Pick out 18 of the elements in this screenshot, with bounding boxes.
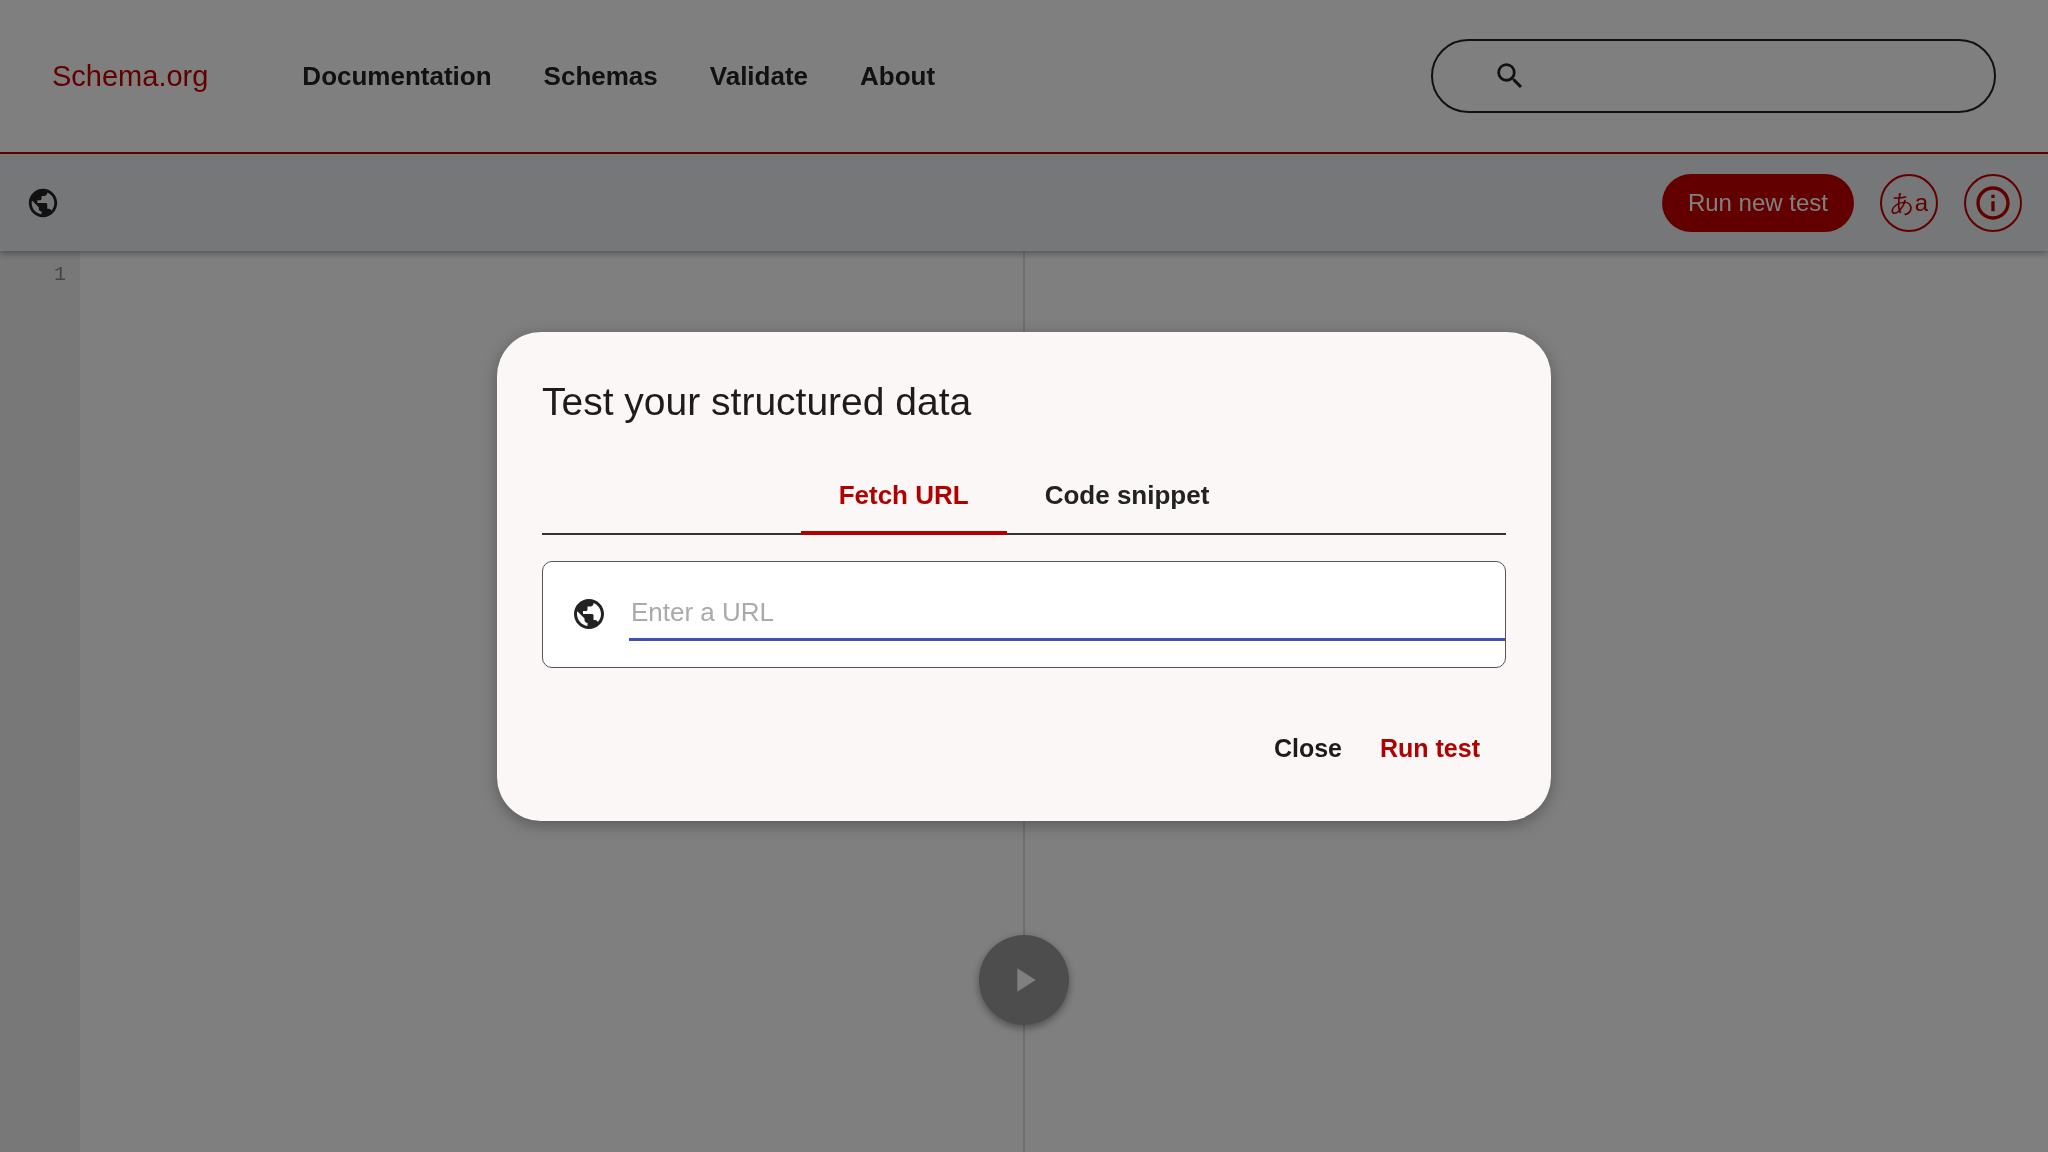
- info-button[interactable]: [1964, 173, 2022, 232]
- dialog-title: Test your structured data: [542, 379, 973, 424]
- run-test-button[interactable]: Run test: [1366, 725, 1494, 771]
- close-button[interactable]: Close: [1259, 725, 1356, 771]
- url-input[interactable]: Enter a URL: [629, 587, 1505, 641]
- play-button[interactable]: [979, 935, 1069, 1025]
- nav-link[interactable]: Validate: [709, 60, 809, 92]
- url-field[interactable]: Enter a URL: [542, 560, 1506, 668]
- tab[interactable]: Code snippet: [1006, 461, 1248, 535]
- search-field[interactable]: [1431, 39, 1996, 113]
- globe-icon: [571, 596, 607, 632]
- nav-link[interactable]: Schemas: [543, 60, 658, 92]
- run-new-test-button[interactable]: Run new test: [1661, 173, 1854, 232]
- language-button[interactable]: あa: [1880, 173, 1938, 232]
- nav-link[interactable]: Documentation: [302, 60, 492, 92]
- brand-link[interactable]: Schema.org: [52, 59, 209, 93]
- nav-link[interactable]: About: [860, 60, 936, 92]
- tab[interactable]: Fetch URL: [800, 461, 1007, 535]
